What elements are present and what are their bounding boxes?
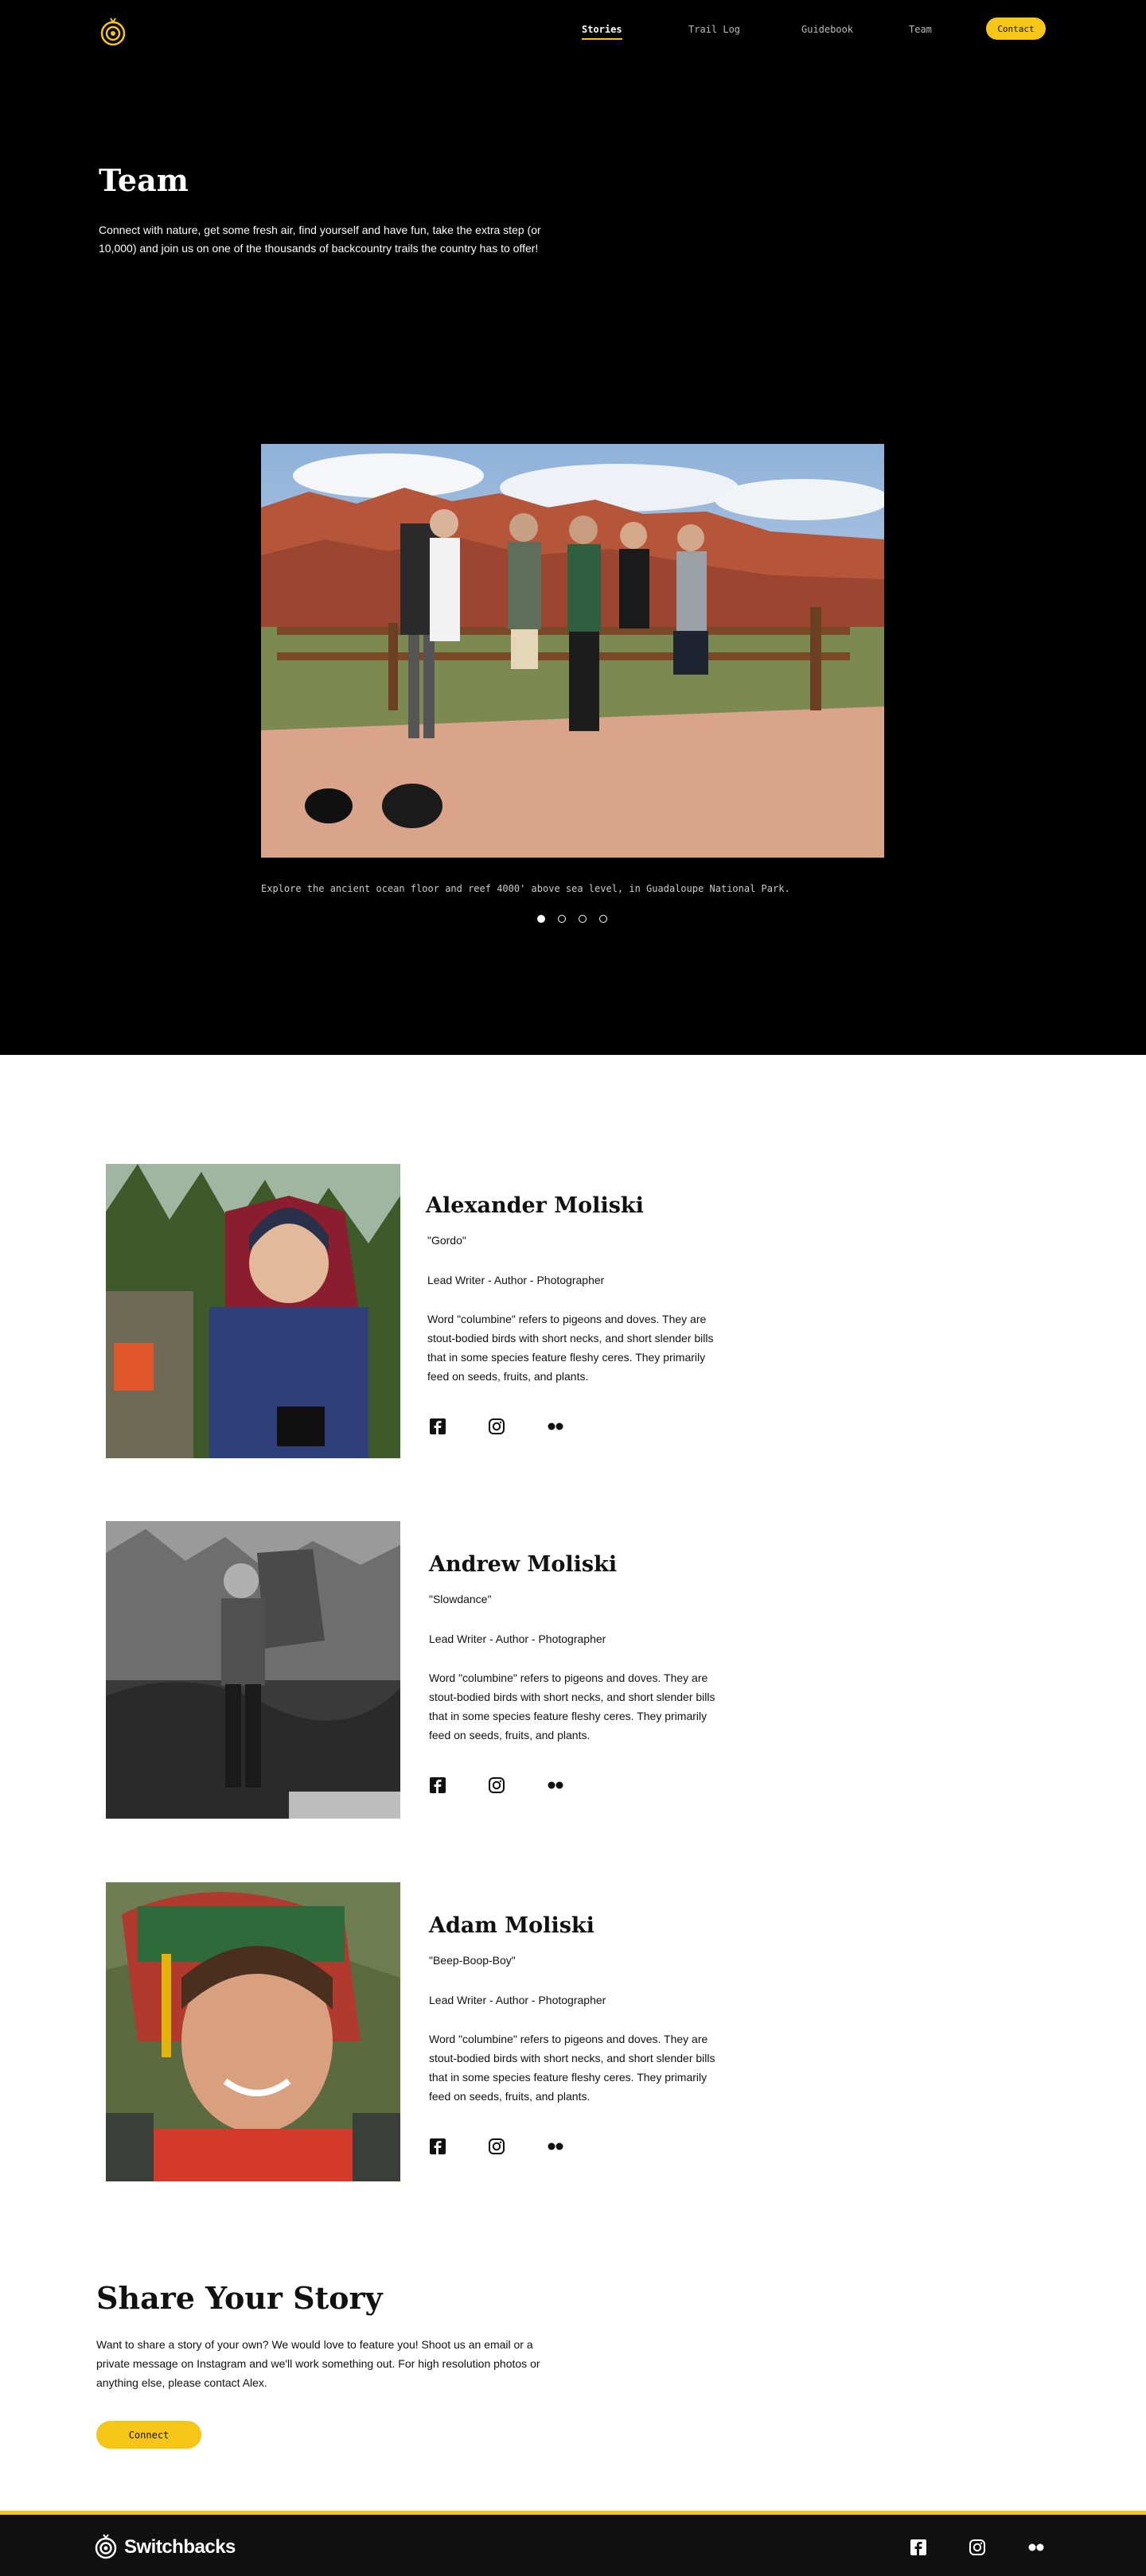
nav-link-guidebook[interactable]: Guidebook xyxy=(801,24,853,35)
connect-button[interactable]: Connect xyxy=(96,2421,201,2449)
member-name: Andrew Moliski xyxy=(429,1552,618,1577)
footer-social-links xyxy=(910,2539,1045,2556)
member-photo-alexander xyxy=(106,1164,400,1458)
carousel-dot[interactable] xyxy=(537,915,545,923)
nav-link-team[interactable]: Team xyxy=(909,24,932,35)
logo-icon[interactable] xyxy=(94,2532,118,2561)
facebook-icon[interactable] xyxy=(429,1776,446,1794)
member-social-links xyxy=(429,1776,564,1794)
member-nickname: "Gordo" xyxy=(427,1234,466,1247)
facebook-icon[interactable] xyxy=(910,2539,927,2556)
flickr-icon[interactable] xyxy=(547,2138,564,2155)
member-role: Lead Writer - Author - Photographer xyxy=(427,1274,605,1286)
share-text: Want to share a story of your own? We wo… xyxy=(96,2338,540,2389)
team-group-photo xyxy=(261,444,884,858)
footer-brand[interactable]: Switchbacks xyxy=(124,2536,236,2558)
photo-caption: Explore the ancient ocean floor and reef… xyxy=(261,883,790,894)
flickr-icon[interactable] xyxy=(547,1418,564,1435)
instagram-icon[interactable] xyxy=(969,2539,986,2556)
top-nav: Stories Trail Log Guidebook Team Contact xyxy=(0,0,1146,59)
footer: Switchbacks xyxy=(0,2511,1146,2576)
member-photo-adam xyxy=(106,1882,400,2181)
flickr-icon[interactable] xyxy=(547,1776,564,1794)
member-bio: Word "columbine" refers to pigeons and d… xyxy=(429,1671,715,1741)
page-title: Team xyxy=(99,162,189,198)
nav-link-stories[interactable]: Stories xyxy=(582,24,622,40)
member-social-links xyxy=(429,1418,564,1435)
facebook-icon[interactable] xyxy=(429,2138,446,2155)
contact-button[interactable]: Contact xyxy=(986,18,1046,40)
instagram-icon[interactable] xyxy=(488,1418,505,1435)
logo-icon[interactable] xyxy=(99,16,127,48)
member-bio: Word "columbine" refers to pigeons and d… xyxy=(429,2033,715,2103)
member-nickname: "Beep-Boop-Boy" xyxy=(429,1954,516,1967)
member-role: Lead Writer - Author - Photographer xyxy=(429,1632,606,1645)
member-bio: Word "columbine" refers to pigeons and d… xyxy=(427,1313,714,1383)
share-title: Share Your Story xyxy=(96,2280,383,2316)
member-name: Adam Moliski xyxy=(429,1913,594,1938)
instagram-icon[interactable] xyxy=(488,2138,505,2155)
facebook-icon[interactable] xyxy=(429,1418,446,1435)
instagram-icon[interactable] xyxy=(488,1776,505,1794)
hero-intro: Connect with nature, get some fresh air,… xyxy=(99,224,541,255)
carousel-dot[interactable] xyxy=(558,915,566,923)
member-nickname: "Slowdance" xyxy=(429,1593,492,1605)
nav-link-trail-log[interactable]: Trail Log xyxy=(688,24,740,35)
carousel-dot[interactable] xyxy=(599,915,607,923)
member-name: Alexander Moliski xyxy=(426,1193,644,1218)
member-social-links xyxy=(429,2138,564,2155)
member-photo-andrew xyxy=(106,1521,400,1819)
member-role: Lead Writer - Author - Photographer xyxy=(429,1994,606,2006)
hero-section: Stories Trail Log Guidebook Team Contact… xyxy=(0,0,1146,1055)
flickr-icon[interactable] xyxy=(1027,2539,1045,2556)
carousel-dot[interactable] xyxy=(579,915,587,923)
carousel-dots xyxy=(537,915,607,923)
